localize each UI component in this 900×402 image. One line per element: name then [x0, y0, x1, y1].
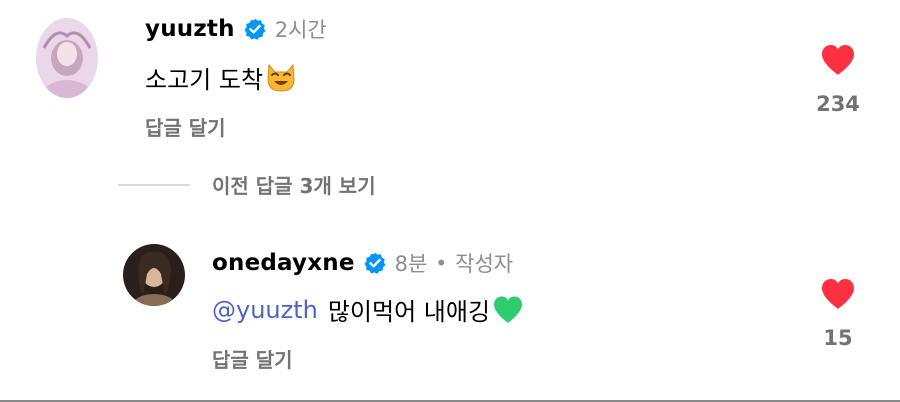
- verified-badge-icon: [363, 251, 387, 275]
- verified-badge-icon: [243, 17, 267, 41]
- like-heart-icon[interactable]: [820, 278, 856, 314]
- comment-body-2: @yuuzth 많이먹어 내애깅: [212, 292, 524, 327]
- avatar-onedayxne[interactable]: [123, 244, 185, 306]
- smiling-cat-heart-eyes-icon: [265, 63, 297, 93]
- view-previous-replies-button[interactable]: 이전 답글 3개 보기: [212, 170, 376, 199]
- green-heart-icon: [492, 295, 524, 325]
- comment-header-2: onedayxne 8분 • 작성자: [212, 248, 513, 278]
- avatar-yuuzth[interactable]: [36, 18, 98, 98]
- reply-button[interactable]: 답글 달기: [212, 344, 293, 373]
- comment-body-1: 소고기 도착: [145, 60, 297, 95]
- reply-button[interactable]: 답글 달기: [145, 112, 226, 141]
- like-heart-icon[interactable]: [820, 44, 856, 80]
- comment-time: 8분: [394, 252, 428, 276]
- username-onedayxne[interactable]: onedayxne: [212, 250, 355, 276]
- reply-row-2: 답글 달기: [212, 344, 293, 373]
- separator-dot: •: [435, 251, 448, 275]
- comment-header-1: yuuzth 2시간: [145, 14, 327, 44]
- divider-line: [118, 184, 190, 186]
- comment-text: 많이먹어 내애깅: [327, 298, 491, 326]
- like-count: 234: [816, 92, 860, 116]
- author-badge: 작성자: [455, 252, 514, 276]
- username-yuuzth[interactable]: yuuzth: [145, 16, 235, 42]
- comment-text: 소고기 도착: [145, 66, 264, 94]
- comment-time: 2시간: [274, 18, 327, 42]
- reply-row-1: 답글 달기: [145, 112, 226, 141]
- mention-link[interactable]: @yuuzth: [212, 296, 318, 324]
- like-count: 15: [823, 326, 853, 350]
